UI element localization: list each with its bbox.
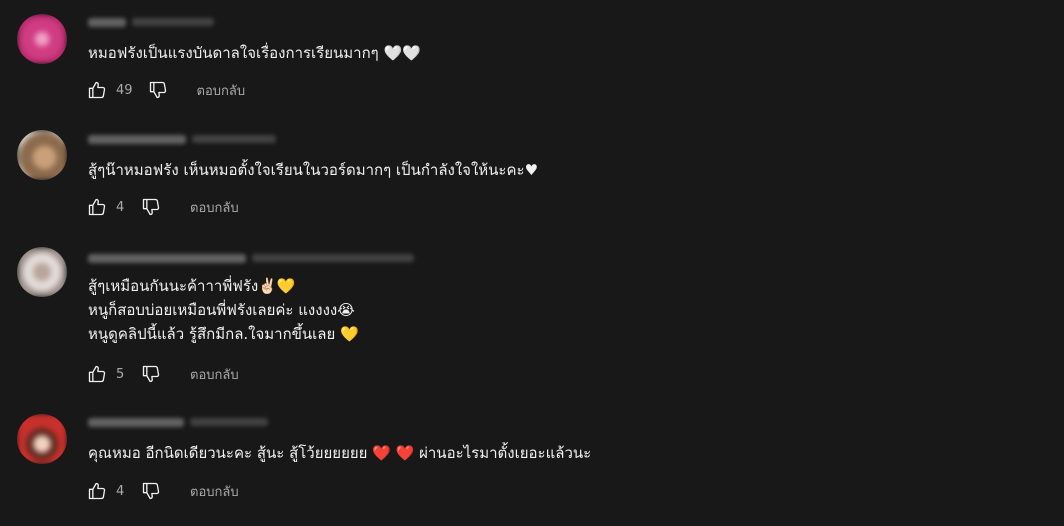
- thumbs-down-icon[interactable]: [140, 363, 162, 385]
- redacted-timestamp[interactable]: [190, 418, 268, 426]
- reply-button[interactable]: ตอบกลับ: [190, 197, 239, 218]
- thumbs-down-icon[interactable]: [140, 480, 162, 502]
- redacted-author-name[interactable]: [88, 253, 246, 263]
- avatar[interactable]: [17, 14, 67, 64]
- reply-button[interactable]: ตอบกลับ: [197, 80, 246, 101]
- redacted-timestamp[interactable]: [252, 254, 414, 262]
- like-count: 5: [116, 366, 125, 382]
- comment-header: [88, 16, 214, 28]
- comment-text-line: สู้ๆน๊าหมอฟรัง เห็นหมอตั้งใจเรียนในวอร์ด…: [88, 161, 539, 179]
- thumbs-up-icon[interactable]: [86, 480, 108, 502]
- comment-text-line: คุณหมอ อีกนิดเดียวนะคะ สู้นะ สู้โว้ยยยยย…: [88, 444, 592, 462]
- comment-actions: 4 ตอบกลับ: [86, 480, 239, 502]
- comment-actions: 4 ตอบกลับ: [86, 196, 239, 218]
- avatar[interactable]: [17, 414, 67, 464]
- reply-button[interactable]: ตอบกลับ: [190, 481, 239, 502]
- comment-text: หมอฟรังเป็นแรงบันดาลใจเรื่องการเรียนมากๆ…: [88, 41, 421, 65]
- avatar[interactable]: [17, 247, 67, 297]
- thumbs-down-icon[interactable]: [140, 196, 162, 218]
- comment-text-line: สู้ๆเหมือนกันนะค้าาาพี่ฟรัง✌🏻💛: [88, 277, 296, 295]
- comments-list: หมอฟรังเป็นแรงบันดาลใจเรื่องการเรียนมากๆ…: [0, 0, 1064, 526]
- comment-text-line: หมอฟรังเป็นแรงบันดาลใจเรื่องการเรียนมากๆ…: [88, 44, 421, 62]
- reply-button[interactable]: ตอบกลับ: [190, 364, 239, 385]
- thumbs-up-icon[interactable]: [86, 196, 108, 218]
- thumbs-up-icon[interactable]: [86, 363, 108, 385]
- comment-text: สู้ๆน๊าหมอฟรัง เห็นหมอตั้งใจเรียนในวอร์ด…: [88, 158, 538, 182]
- comment-text-line: หนูดูคลิปนี้แล้ว รู้สึกมีกล.ใจมากขึ้นเลย…: [88, 325, 359, 343]
- like-count: 4: [116, 199, 125, 215]
- comment-text: สู้ๆเหมือนกันนะค้าาาพี่ฟรัง✌🏻💛 หนูก็สอบบ…: [88, 274, 359, 346]
- comment-actions: 49 ตอบกลับ: [86, 79, 245, 101]
- like-count: 4: [116, 483, 125, 499]
- redacted-timestamp[interactable]: [132, 18, 214, 26]
- comment-actions: 5 ตอบกลับ: [86, 363, 239, 385]
- avatar[interactable]: [17, 130, 67, 180]
- redacted-author-name[interactable]: [88, 134, 186, 144]
- comment-header: [88, 416, 268, 428]
- redacted-author-name[interactable]: [88, 17, 126, 27]
- redacted-author-name[interactable]: [88, 417, 184, 427]
- thumbs-up-icon[interactable]: [86, 79, 108, 101]
- comment-header: [88, 252, 414, 264]
- comment-text: คุณหมอ อีกนิดเดียวนะคะ สู้นะ สู้โว้ยยยยย…: [88, 441, 591, 465]
- redacted-timestamp[interactable]: [192, 135, 276, 143]
- like-count: 49: [116, 82, 133, 98]
- comment-header: [88, 133, 276, 145]
- comment-text-line: หนูก็สอบบ่อยเหมือนพี่ฟรังเลยค่ะ แงงงง😭: [88, 301, 355, 319]
- thumbs-down-icon[interactable]: [147, 79, 169, 101]
